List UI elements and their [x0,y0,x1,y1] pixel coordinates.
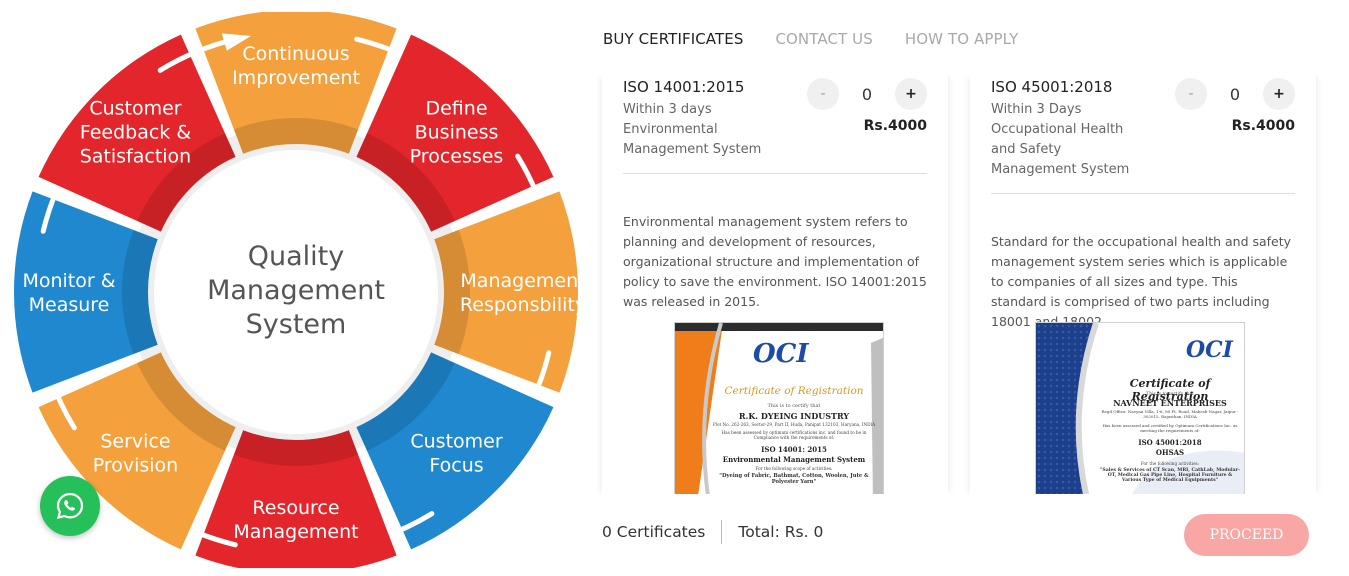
card-title: ISO 45001:2018 [991,78,1113,96]
card-subtitle-line: Environmental [623,122,718,137]
wheel-segment-label: Provision [93,455,179,477]
wheel-segment-label: Management [460,270,585,292]
wheel-segment-label: Feedback & [80,121,192,143]
quantity-value: 0 [861,84,873,104]
product-card-iso-14001: ISO 14001:2015 Within 3 days Environment… [602,76,948,494]
certificate-system: Environmental Management System [722,455,866,464]
cart-summary: 0 Certificates Total: Rs. 0 [602,520,823,544]
card-subtitle-line: Within 3 Days [991,102,1082,117]
card-subtitle: Within 3 days Environmental Management S… [623,100,773,160]
quantity-value: 0 [1229,84,1241,104]
wheel-segment-label: Continuous [242,43,349,65]
cart-total: Total: Rs. 0 [738,523,824,541]
card-price: Rs.4000 [863,118,927,134]
wheel-segment-label: Define [425,97,487,119]
quantity-stepper: - 0 + [1175,78,1295,110]
product-cards-area: ISO 14001:2015 Within 3 days Environment… [596,76,1324,494]
tab-buy-certificates[interactable]: BUY CERTIFICATES [603,30,743,48]
wheel-segment-label: Business [415,121,499,143]
decrease-quantity-button[interactable]: - [807,78,839,110]
certificate-address: Plot No. 262-263, Sector-29, Part II, Hu… [712,422,876,427]
certificate-standard: ISO 14001: 2015 [761,445,827,454]
qms-wheel-graphic: Continuous Improvement Define Business Proce… [14,12,586,568]
certificate-company: NAVNEET ENTERPRISES [1113,398,1227,408]
card-subtitle: Within 3 Days Occupational Health and Sa… [991,100,1141,180]
card-divider [991,193,1295,194]
card-description: Environmental management system refers t… [623,214,927,309]
certificate-heading: Certificate of Registration [724,385,864,397]
certificate-scope-intro: For the following scope of activities: [755,466,833,471]
wheel-segment-label: Improvement [232,67,360,89]
certificate-intro: This is to certify that [767,403,821,409]
card-subtitle-line: Occupational Health [991,122,1124,137]
wheel-segment-label: Management [233,521,358,543]
card-subtitle-line: and Safety [991,142,1062,157]
footer-divider [721,520,723,544]
wheel-segment-label: Responsbility [460,294,586,316]
certificate-image: OCI Certificate of Registration This is … [1035,322,1245,494]
certificate-scope: "Sales & Services of CT Scan, MRI, CathL… [1100,468,1240,483]
tab-how-to-apply[interactable]: HOW TO APPLY [905,30,1019,48]
certificate-image: OCI Certificate of Registration This is … [674,322,884,494]
wheel-segment-label: Processes [410,145,504,167]
increase-quantity-button[interactable]: + [895,78,927,110]
certificate-standard: ISO 45001:2018 [1138,438,1202,447]
wheel-segment-label: Satisfaction [80,145,192,167]
certificate-system: OHSAS [1155,448,1185,457]
tab-contact-us[interactable]: CONTACT US [775,30,872,48]
decrease-quantity-button[interactable]: - [1175,78,1207,110]
certificate-count: 0 Certificates [602,523,706,541]
certificate-logo: OCI [1186,337,1233,363]
wheel-segment-label: Customer [89,97,181,119]
product-card-iso-45001: ISO 45001:2018 Within 3 Days Occupationa… [970,76,1316,494]
certificate-intro: This is to certify that [1146,392,1194,397]
certificate-scope-intro: For the following activities: [1140,461,1200,466]
certificate-logo: OCI [753,339,809,369]
card-subtitle-line: Management System [991,162,1130,177]
card-subtitle-line: Management System [623,142,762,157]
certificate-address: Regd Office: Navyan Villa, 1-6, 80 Ft. R… [1101,409,1239,419]
wheel-segment-label: Service [100,431,170,453]
whatsapp-icon [56,492,84,520]
wheel-center-label: Quality [248,241,344,272]
certificate-assessed: Has been assessed and certified by Optim… [1102,423,1238,433]
card-divider [623,173,927,174]
quantity-stepper: - 0 + [807,78,927,110]
wheel-segment-label: Monitor & [22,270,115,292]
certificate-assessed: Has been assessed by optimum certificati… [721,430,867,440]
wheel-center-label: System [246,309,347,340]
card-price: Rs.4000 [1231,118,1295,134]
wheel-segment-label: Resource [252,497,339,519]
card-subtitle-line: Within 3 days [623,102,712,117]
proceed-button[interactable]: PROCEED [1184,514,1309,556]
qms-wheel-svg: ContinuousImprovement DefineBusinessProce… [14,12,586,568]
wheel-center-label: Management [207,275,385,306]
top-nav: BUY CERTIFICATES CONTACT US HOW TO APPLY [603,30,1018,48]
wheel-segment-label: Focus [429,455,483,477]
card-description: Standard for the occupational health and… [991,234,1292,329]
wheel-segment-label: Measure [29,294,110,316]
card-title: ISO 14001:2015 [623,78,745,96]
increase-quantity-button[interactable]: + [1263,78,1295,110]
certificate-company: R.K. DYEING INDUSTRY [738,411,850,421]
whatsapp-button[interactable] [40,476,100,536]
wheel-segment-label: Customer [410,431,502,453]
certificate-scope: "Dyeing of Fabric, Bathmat, Cotton, Wool… [719,473,869,485]
